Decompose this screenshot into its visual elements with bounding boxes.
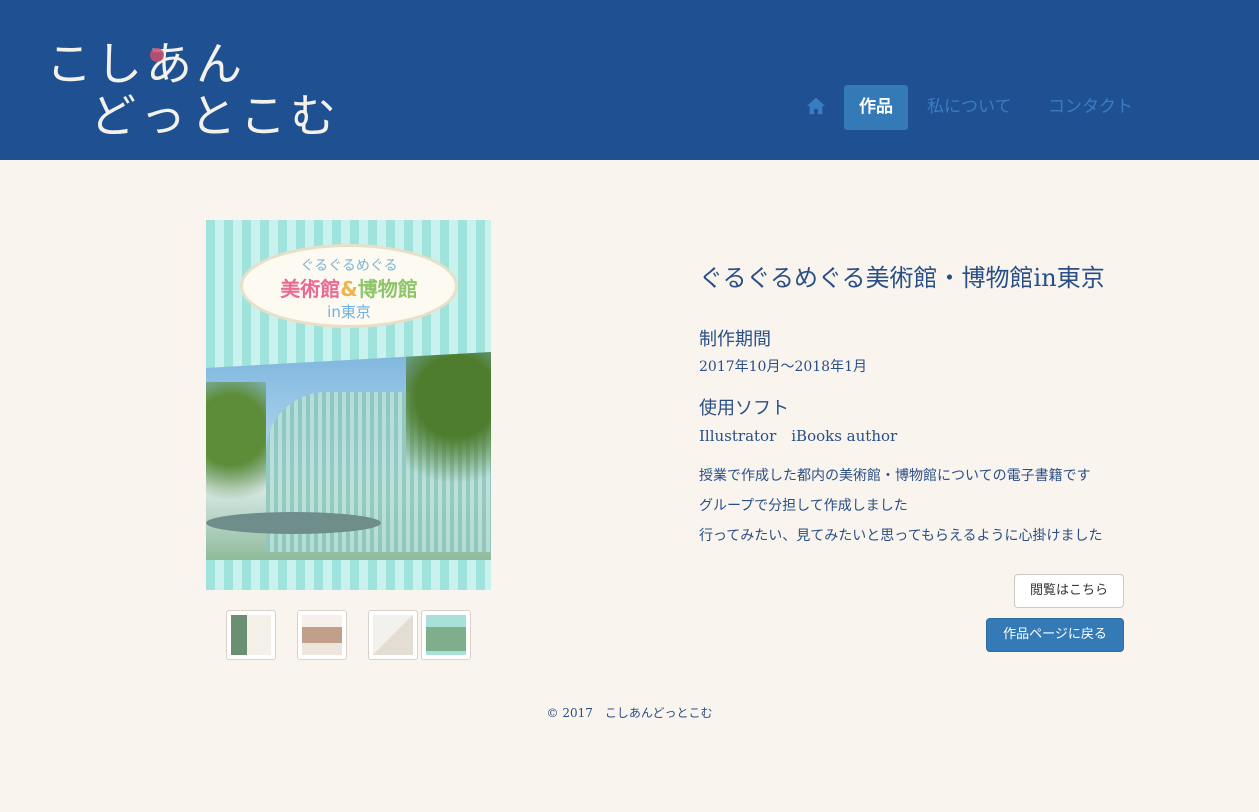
work-title: ぐるぐるめぐる美術館・博物館in東京 [699, 264, 1105, 292]
book-cover-image: ぐるぐるめぐる 美術館&博物館 in東京 [206, 220, 491, 590]
cover-title-line1: ぐるぐるめぐる [300, 258, 398, 274]
back-to-works-button[interactable]: 作品ページに戻る [986, 618, 1124, 652]
logo-text-line2: どっとこむ [90, 89, 340, 143]
site-logo[interactable]: こしあん どっとこむ [46, 28, 346, 143]
footer-copyright: © 2017 こしあんどっとこむ [546, 706, 713, 720]
cover-title-oval: ぐるぐるめぐる 美術館&博物館 in東京 [240, 244, 458, 328]
description-line-2: グループで分担して作成しました [699, 498, 908, 514]
home-icon[interactable] [805, 95, 831, 119]
logo-accent-dot [150, 48, 164, 62]
site-header: こしあん どっとこむ 作品 私について コンタクト [0, 0, 1259, 160]
view-button[interactable]: 閲覧はこちら [1014, 574, 1124, 608]
period-value: 2017年10月〜2018年1月 [699, 359, 867, 375]
thumbnail-4[interactable] [421, 610, 471, 660]
software-value: Illustrator iBooks author [699, 427, 898, 445]
description-line-3: 行ってみたい、見てみたいと思ってもらえるように心掛けました [699, 528, 1103, 544]
period-label: 制作期間 [699, 329, 771, 350]
thumbnail-3[interactable] [368, 610, 418, 660]
cover-building-photo [206, 352, 491, 577]
cover-title-line3: in東京 [327, 303, 371, 321]
nav-item-about[interactable]: 私について [927, 85, 1012, 130]
nav-item-contact[interactable]: コンタクト [1048, 85, 1133, 130]
software-label: 使用ソフト [699, 398, 789, 419]
thumbnail-1[interactable] [226, 610, 276, 660]
thumbnail-2[interactable] [297, 610, 347, 660]
cover-title-line2: 美術館&博物館 [280, 277, 418, 301]
description-line-1: 授業で作成した都内の美術館・博物館についての電子書籍です [699, 468, 1091, 484]
nav-item-works[interactable]: 作品 [844, 85, 908, 130]
